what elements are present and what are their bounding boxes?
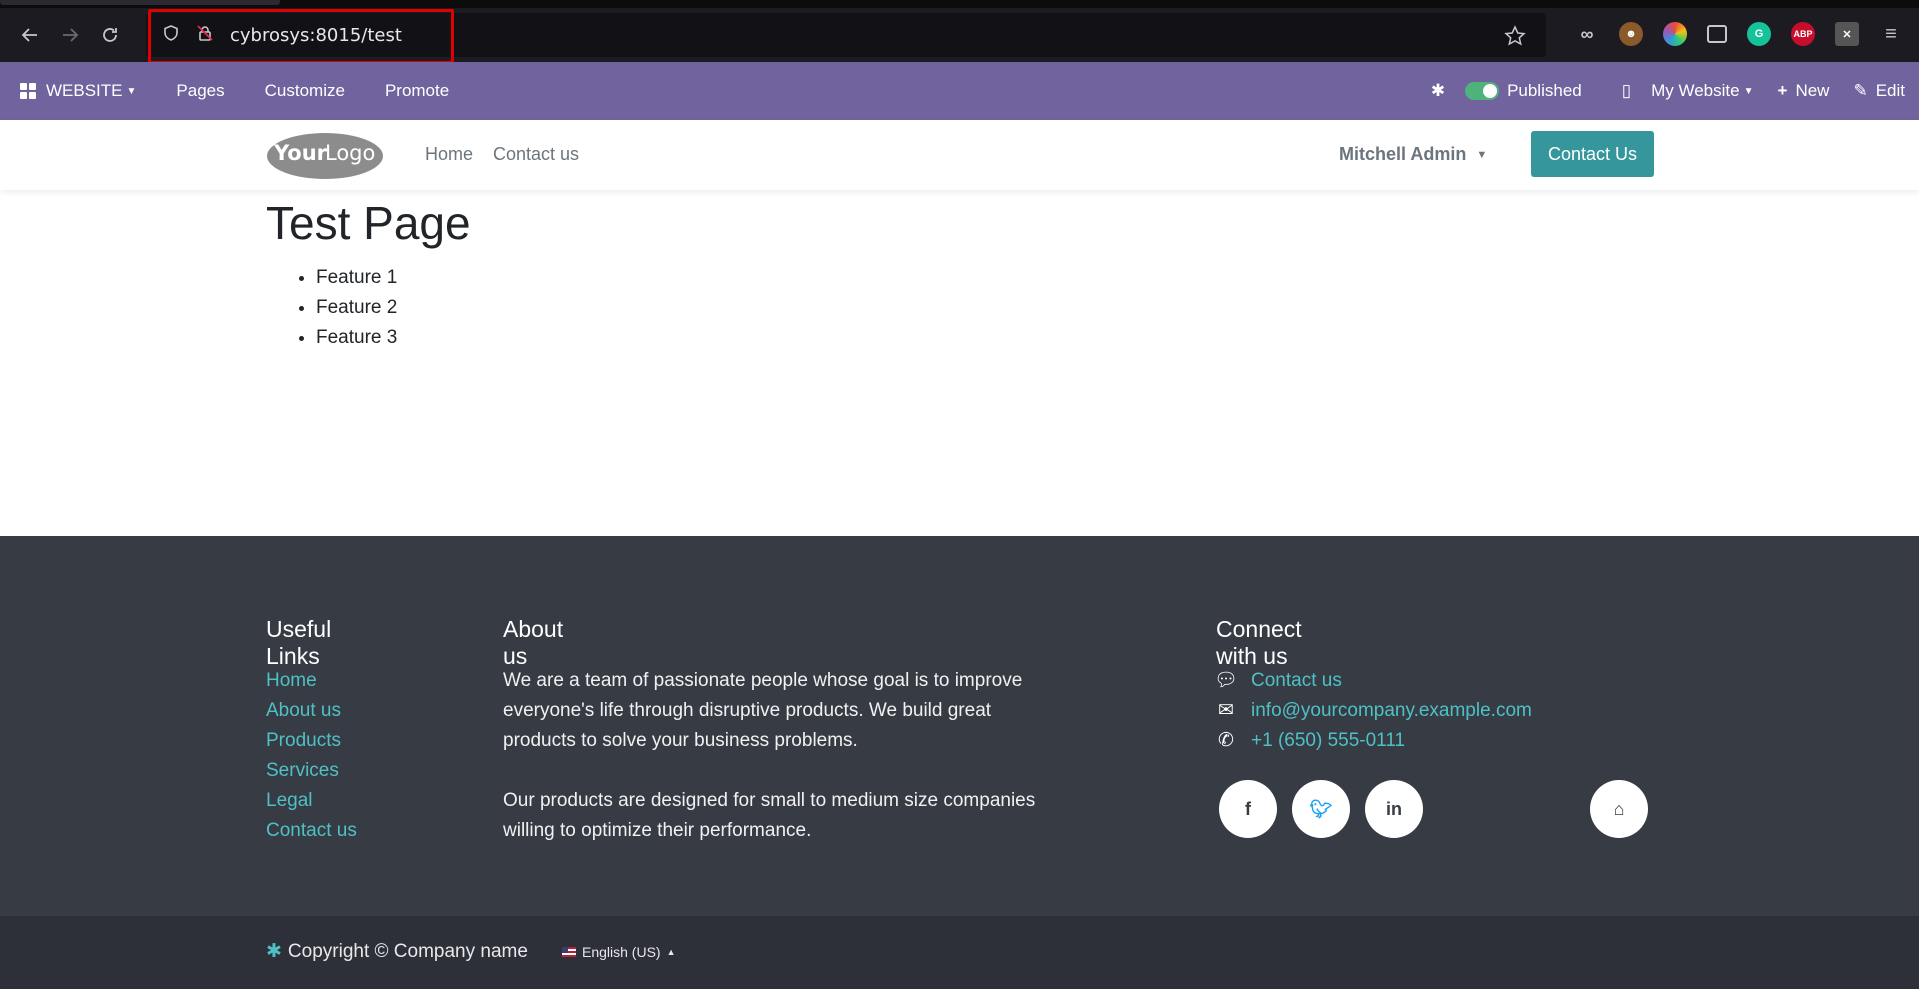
new-button[interactable]: + New bbox=[1774, 62, 1850, 120]
user-name: Mitchell Admin bbox=[1339, 144, 1467, 164]
new-label: New bbox=[1795, 81, 1830, 100]
app-label: WEBSITE bbox=[46, 81, 123, 100]
about-title: About us bbox=[503, 616, 564, 669]
nav-contact-us[interactable]: Contact us bbox=[493, 144, 579, 165]
color-picker-extension-icon[interactable] bbox=[1663, 22, 1687, 46]
site-footer: Useful Links Home About us Products Serv… bbox=[0, 536, 1919, 916]
back-icon[interactable] bbox=[10, 15, 50, 55]
about-paragraph-1: We are a team of passionate people whose… bbox=[503, 670, 1023, 751]
feature-list: Feature 1 Feature 2 Feature 3 bbox=[316, 263, 397, 353]
linkedin-icon[interactable]: in bbox=[1365, 780, 1423, 838]
bookmark-star-icon[interactable] bbox=[1504, 25, 1526, 52]
hamburger-menu-icon[interactable]: ≡ bbox=[1879, 22, 1903, 46]
screenshot-extension-icon[interactable] bbox=[1707, 25, 1727, 43]
insecure-lock-icon[interactable] bbox=[196, 24, 214, 47]
envelope-icon: ✉ bbox=[1218, 700, 1234, 721]
browser-tabstrip bbox=[0, 0, 1919, 8]
footer-link-legal[interactable]: Legal bbox=[266, 790, 313, 811]
bug-icon: ✱ bbox=[266, 941, 282, 962]
publish-toggle[interactable]: Published bbox=[1465, 62, 1602, 120]
list-item: Feature 1 bbox=[316, 263, 397, 293]
website-switcher[interactable]: My Website ▼ bbox=[1651, 62, 1773, 120]
reload-icon[interactable] bbox=[90, 15, 130, 55]
promote-menu[interactable]: Promote bbox=[365, 62, 469, 120]
plus-icon: + bbox=[1777, 81, 1788, 100]
caret-down-icon: ▼ bbox=[1476, 148, 1488, 161]
comment-icon: 💬︎ bbox=[1213, 670, 1239, 691]
twitter-icon[interactable]: 🐦︎ bbox=[1292, 780, 1350, 838]
language-label: English (US) bbox=[582, 944, 661, 960]
active-tab[interactable] bbox=[0, 0, 280, 5]
phone-icon: ✆ bbox=[1218, 730, 1234, 751]
forward-icon[interactable] bbox=[50, 15, 90, 55]
facebook-icon[interactable]: f bbox=[1219, 780, 1277, 838]
us-flag-icon bbox=[562, 947, 576, 957]
svg-text:Logo: Logo bbox=[325, 141, 375, 165]
connect-title: Connect with us bbox=[1216, 616, 1302, 669]
shield-icon[interactable] bbox=[162, 24, 180, 47]
x-extension-icon[interactable]: ✕ bbox=[1835, 22, 1859, 46]
copyright-bar: ✱ Copyright © Company name English (US) … bbox=[0, 916, 1919, 989]
browser-toolbar: cybrosys:8015/test ∞ ☻ G ABP ✕ ≡ bbox=[0, 8, 1919, 62]
url-text[interactable]: cybrosys:8015/test bbox=[230, 25, 402, 46]
pencil-icon: ✎ bbox=[1853, 81, 1868, 100]
footer-link-services[interactable]: Services bbox=[266, 760, 339, 781]
odoo-admin-bar: WEBSITE ▼ Pages Customize Promote ✱ Publ… bbox=[0, 62, 1919, 120]
site-nav: Home Contact us bbox=[425, 144, 579, 165]
debug-bug-icon[interactable]: ✱ bbox=[1411, 62, 1465, 120]
copyright-text: Copyright © Company name bbox=[287, 940, 528, 962]
nav-home[interactable]: Home bbox=[425, 144, 473, 165]
website-label: My Website bbox=[1651, 81, 1740, 100]
customize-menu[interactable]: Customize bbox=[245, 62, 365, 120]
private-mask-icon[interactable]: ∞ bbox=[1575, 22, 1599, 46]
url-bar[interactable]: cybrosys:8015/test bbox=[146, 13, 1546, 57]
website-app-menu[interactable]: WEBSITE ▼ bbox=[0, 62, 156, 120]
page-title: Test Page bbox=[266, 197, 471, 249]
caret-down-icon: ▼ bbox=[1743, 85, 1754, 97]
grammarly-icon[interactable]: G bbox=[1747, 22, 1771, 46]
pages-menu[interactable]: Pages bbox=[156, 62, 244, 120]
monkey-extension-icon[interactable]: ☻ bbox=[1619, 22, 1643, 46]
list-item: Feature 2 bbox=[316, 293, 397, 323]
svg-text:Your: Your bbox=[273, 141, 328, 165]
copyright: ✱ Copyright © Company name bbox=[266, 940, 528, 963]
useful-links-title: Useful Links bbox=[266, 616, 332, 669]
footer-phone-link[interactable]: +1 (650) 555-0111 bbox=[1251, 726, 1405, 756]
footer-link-contact-us[interactable]: Contact us bbox=[266, 820, 357, 841]
site-logo[interactable]: Your Logo bbox=[266, 129, 384, 179]
about-paragraph-2: Our products are designed for small to m… bbox=[503, 790, 1036, 841]
user-menu[interactable]: Mitchell Admin ▼ bbox=[1339, 144, 1487, 165]
adblock-plus-icon[interactable]: ABP bbox=[1791, 22, 1815, 46]
list-item: Feature 3 bbox=[316, 323, 397, 353]
published-label: Published bbox=[1507, 81, 1582, 100]
toggle-switch[interactable] bbox=[1465, 82, 1500, 100]
caret-down-icon: ▼ bbox=[126, 85, 137, 97]
apps-grid-icon bbox=[20, 83, 36, 99]
edit-label: Edit bbox=[1875, 81, 1905, 100]
footer-email-link[interactable]: info@yourcompany.example.com bbox=[1251, 696, 1532, 726]
mobile-preview-icon[interactable]: ▯ bbox=[1602, 62, 1651, 120]
site-header: Your Logo Home Contact us Mitchell Admin… bbox=[0, 120, 1919, 190]
home-icon[interactable]: ⌂ bbox=[1590, 780, 1648, 838]
footer-link-home[interactable]: Home bbox=[266, 670, 317, 691]
footer-link-about-us[interactable]: About us bbox=[266, 700, 341, 721]
footer-link-products[interactable]: Products bbox=[266, 730, 341, 751]
footer-contact-link[interactable]: Contact us bbox=[1251, 666, 1342, 696]
extension-toolbar: ∞ ☻ G ABP ✕ ≡ bbox=[1575, 22, 1903, 46]
contact-us-button[interactable]: Contact Us bbox=[1531, 131, 1654, 177]
edit-button[interactable]: ✎ Edit bbox=[1849, 62, 1919, 120]
caret-up-icon: ▲ bbox=[666, 947, 676, 957]
language-selector[interactable]: English (US) ▲ bbox=[562, 944, 676, 960]
